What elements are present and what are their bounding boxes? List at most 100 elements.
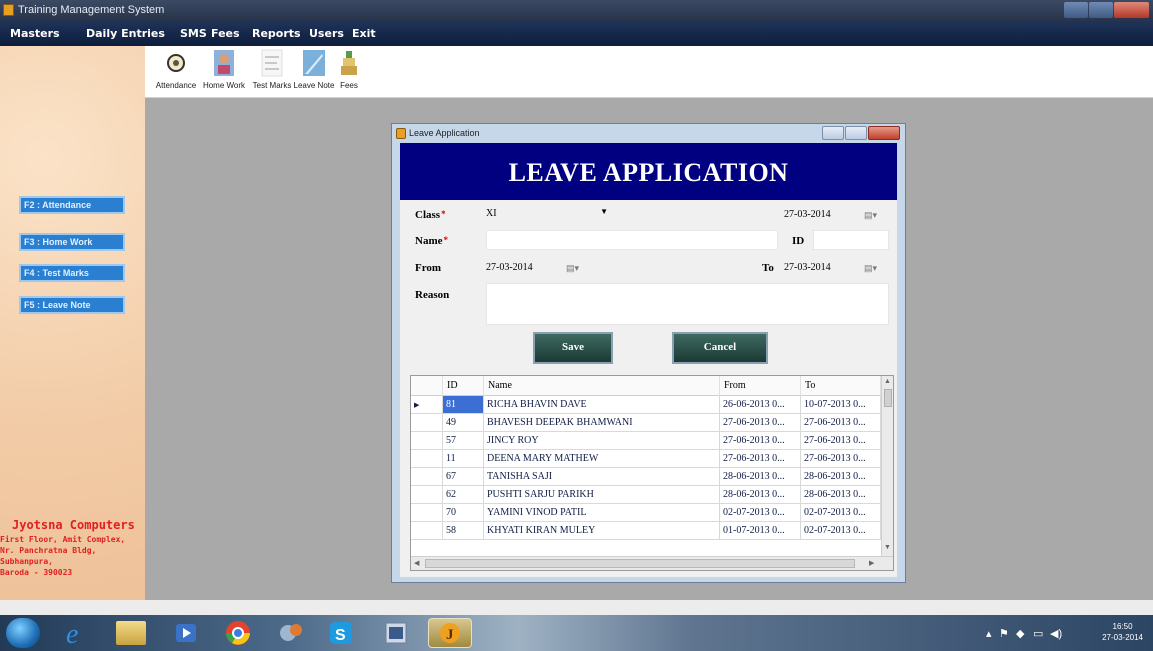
- table-row[interactable]: 11 DEENA MARY MATHEW 27-06-2013 0... 27-…: [411, 450, 881, 468]
- table-row[interactable]: ▶ 81 RICHA BHAVIN DAVE 26-06-2013 0... 1…: [411, 396, 881, 414]
- cell-id[interactable]: 70: [443, 504, 484, 522]
- cell-from[interactable]: 01-07-2013 0...: [720, 522, 801, 540]
- file-explorer-icon[interactable]: [116, 621, 146, 645]
- cell-id[interactable]: 81: [443, 396, 484, 414]
- cell-to[interactable]: 27-06-2013 0...: [801, 432, 881, 450]
- menu-daily-entries[interactable]: Daily Entries: [86, 27, 165, 40]
- shortcut-test-marks[interactable]: F4 : Test Marks: [19, 264, 125, 282]
- row-selector-cell[interactable]: [411, 522, 443, 540]
- scroll-down-icon[interactable]: ▼: [884, 544, 891, 551]
- system-clock[interactable]: 16:50 27-03-2014: [1102, 621, 1143, 643]
- toolbar-leave-note[interactable]: Leave Note: [293, 48, 335, 90]
- dialog-maximize-button[interactable]: [845, 126, 867, 140]
- internet-explorer-icon[interactable]: e: [60, 618, 92, 650]
- row-selector-cell[interactable]: [411, 432, 443, 450]
- shortcut-attendance[interactable]: F2 : Attendance: [19, 196, 125, 214]
- to-date-picker[interactable]: 27-03-2014: [784, 262, 831, 273]
- cell-name[interactable]: JINCY ROY: [484, 432, 720, 450]
- close-button[interactable]: [1114, 2, 1149, 18]
- grid-header-from[interactable]: From: [720, 376, 801, 396]
- media-player-icon[interactable]: [170, 618, 202, 648]
- grid-vertical-scrollbar[interactable]: ▲ ▼: [881, 376, 893, 556]
- cell-from[interactable]: 27-06-2013 0...: [720, 414, 801, 432]
- row-selector-cell[interactable]: [411, 486, 443, 504]
- tray-expand-icon[interactable]: ▴: [986, 627, 992, 640]
- calendar-icon[interactable]: ▤▾: [864, 263, 878, 274]
- cell-id[interactable]: 11: [443, 450, 484, 468]
- cancel-button[interactable]: Cancel: [672, 332, 768, 364]
- cell-name[interactable]: TANISHA SAJI: [484, 468, 720, 486]
- cell-from[interactable]: 27-06-2013 0...: [720, 450, 801, 468]
- scroll-up-icon[interactable]: ▲: [884, 378, 891, 385]
- cell-from[interactable]: 26-06-2013 0...: [720, 396, 801, 414]
- cell-to[interactable]: 27-06-2013 0...: [801, 414, 881, 432]
- table-row[interactable]: 57 JINCY ROY 27-06-2013 0... 27-06-2013 …: [411, 432, 881, 450]
- cell-name[interactable]: KHYATI KIRAN MULEY: [484, 522, 720, 540]
- cell-name[interactable]: YAMINI VINOD PATIL: [484, 504, 720, 522]
- scroll-thumb[interactable]: [884, 389, 892, 407]
- dialog-minimize-button[interactable]: [822, 126, 844, 140]
- cell-to[interactable]: 28-06-2013 0...: [801, 486, 881, 504]
- volume-icon[interactable]: ◀): [1050, 627, 1062, 640]
- toolbar-fees[interactable]: Fees: [335, 48, 363, 90]
- table-row[interactable]: 49 BHAVESH DEEPAK BHAMWANI 27-06-2013 0.…: [411, 414, 881, 432]
- minimize-button[interactable]: [1064, 2, 1088, 18]
- grid-horizontal-scrollbar[interactable]: ◀ ▶: [411, 556, 893, 570]
- menu-reports[interactable]: Reports: [252, 27, 301, 40]
- cell-name[interactable]: PUSHTI SARJU PARIKH: [484, 486, 720, 504]
- menu-users[interactable]: Users: [309, 27, 344, 40]
- calendar-icon[interactable]: ▤▾: [864, 210, 878, 221]
- table-row[interactable]: 70 YAMINI VINOD PATIL 02-07-2013 0... 02…: [411, 504, 881, 522]
- app-icon-group[interactable]: [276, 618, 308, 648]
- notes-app-icon[interactable]: [380, 618, 412, 648]
- grid-header-to[interactable]: To: [801, 376, 881, 396]
- reason-textarea[interactable]: [486, 283, 889, 325]
- menu-exit[interactable]: Exit: [352, 27, 376, 40]
- from-date-picker[interactable]: 27-03-2014: [486, 262, 533, 273]
- cell-to[interactable]: 02-07-2013 0...: [801, 504, 881, 522]
- toolbar-home-work[interactable]: Home Work: [199, 48, 249, 90]
- cell-id[interactable]: 49: [443, 414, 484, 432]
- update-icon[interactable]: ◆: [1016, 627, 1024, 640]
- cell-id[interactable]: 57: [443, 432, 484, 450]
- cell-name[interactable]: BHAVESH DEEPAK BHAMWANI: [484, 414, 720, 432]
- cell-to[interactable]: 28-06-2013 0...: [801, 468, 881, 486]
- dialog-close-button[interactable]: [868, 126, 900, 140]
- menu-fees[interactable]: Fees: [211, 27, 240, 40]
- cell-from[interactable]: 27-06-2013 0...: [720, 432, 801, 450]
- row-selector-cell[interactable]: [411, 450, 443, 468]
- toolbar-test-marks[interactable]: Test Marks: [249, 48, 295, 90]
- name-input[interactable]: [486, 230, 778, 250]
- row-selector-cell[interactable]: [411, 414, 443, 432]
- restore-button[interactable]: [1089, 2, 1113, 18]
- scroll-right-icon[interactable]: ▶: [869, 559, 874, 567]
- shortcut-home-work[interactable]: F3 : Home Work: [19, 233, 125, 251]
- row-selector-cell[interactable]: [411, 504, 443, 522]
- scroll-left-icon[interactable]: ◀: [414, 559, 419, 567]
- leave-records-grid[interactable]: ID Name From To ▶ 81 RICHA BHAVIN DAVE 2…: [410, 375, 894, 571]
- menu-sms[interactable]: SMS: [180, 27, 207, 40]
- grid-header-name[interactable]: Name: [484, 376, 720, 396]
- network-icon[interactable]: ▭: [1033, 627, 1043, 640]
- chrome-icon[interactable]: [222, 618, 254, 648]
- cell-from[interactable]: 28-06-2013 0...: [720, 468, 801, 486]
- table-row[interactable]: 58 KHYATI KIRAN MULEY 01-07-2013 0... 02…: [411, 522, 881, 540]
- grid-header-id[interactable]: ID: [443, 376, 484, 396]
- cell-name[interactable]: DEENA MARY MATHEW: [484, 450, 720, 468]
- cell-id[interactable]: 58: [443, 522, 484, 540]
- table-row[interactable]: 67 TANISHA SAJI 28-06-2013 0... 28-06-20…: [411, 468, 881, 486]
- training-app-taskbar-icon[interactable]: J: [428, 618, 472, 648]
- scroll-thumb[interactable]: [425, 559, 855, 568]
- cell-id[interactable]: 62: [443, 486, 484, 504]
- cell-to[interactable]: 27-06-2013 0...: [801, 450, 881, 468]
- calendar-icon[interactable]: ▤▾: [566, 263, 580, 274]
- class-select[interactable]: XI ▼: [484, 206, 612, 224]
- menu-masters[interactable]: Masters: [10, 27, 60, 40]
- toolbar-attendance[interactable]: Attendance: [145, 48, 207, 90]
- cell-from[interactable]: 28-06-2013 0...: [720, 486, 801, 504]
- flag-icon[interactable]: ⚑: [999, 627, 1009, 640]
- id-input[interactable]: [813, 230, 889, 250]
- save-button[interactable]: Save: [533, 332, 613, 364]
- cell-name[interactable]: RICHA BHAVIN DAVE: [484, 396, 720, 414]
- row-selector-cell[interactable]: ▶: [411, 396, 443, 414]
